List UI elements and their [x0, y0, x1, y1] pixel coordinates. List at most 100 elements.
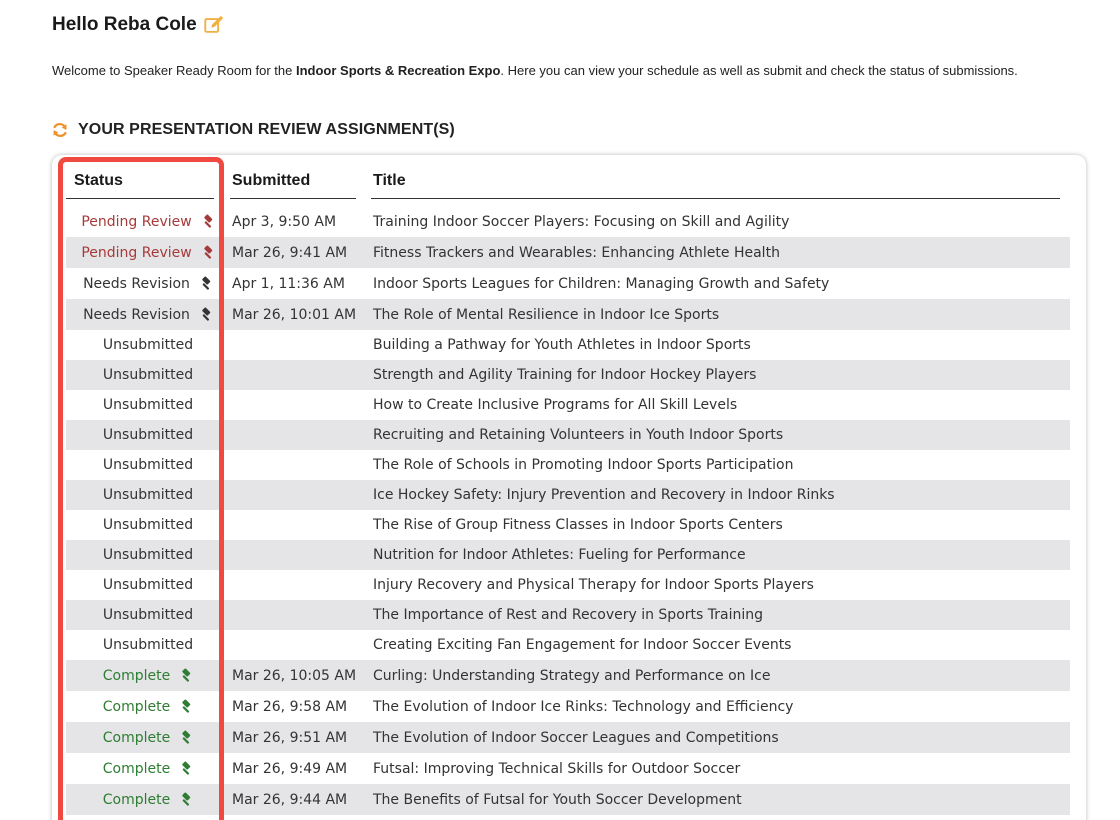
title-cell[interactable]: The Evolution of Indoor Ice Rinks: Techn… — [371, 699, 1070, 715]
submitted-cell: Apr 3, 9:50 AM — [232, 213, 337, 230]
greeting: Hello Reba Cole — [52, 14, 225, 36]
gavel-icon[interactable] — [178, 668, 193, 683]
gavel-icon[interactable] — [178, 699, 193, 714]
table-row[interactable]: Unsubmitted Nutrition for Indoor Athletes… — [66, 540, 1070, 570]
submitted-cell: Mar 26, 9:51 AM — [232, 729, 348, 746]
table-body: Pending Review Apr 3, 9:50 AM Training Ind… — [66, 206, 1070, 815]
table-row[interactable]: Pending Review Apr 3, 9:50 AM Training Ind… — [66, 206, 1070, 237]
table-row[interactable]: Unsubmitted The Rise of Group Fitness Cla… — [66, 510, 1070, 540]
status-cell: Unsubmitted — [66, 397, 230, 413]
table-row[interactable]: Complete Mar 26, 9:49 AM Futsal: Improving… — [66, 753, 1070, 784]
status-label: Complete — [102, 760, 171, 777]
title-cell[interactable]: The Importance of Rest and Recovery in S… — [371, 607, 1070, 623]
status-label: Unsubmitted — [102, 577, 194, 593]
title-cell[interactable]: Fitness Trackers and Wearables: Enhancin… — [371, 245, 1070, 261]
title-cell[interactable]: Futsal: Improving Technical Skills for O… — [371, 761, 1070, 777]
gavel-icon[interactable] — [178, 761, 193, 776]
section-title: YOUR PRESENTATION REVIEW ASSIGNMENT(S) — [78, 121, 455, 138]
status-cell: Needs Revision — [66, 276, 230, 292]
table-row[interactable]: Needs Revision Mar 26, 10:01 AM The Role o… — [66, 299, 1070, 330]
submitted-cell: Mar 26, 9:49 AM — [232, 760, 348, 777]
gavel-icon[interactable] — [198, 276, 213, 291]
table-row[interactable]: Complete Mar 26, 9:51 AM The Evolution of … — [66, 722, 1070, 753]
table-row[interactable]: Unsubmitted Injury Recovery and Physical … — [66, 570, 1070, 600]
table-row[interactable]: Unsubmitted Recruiting and Retaining Volu… — [66, 420, 1070, 450]
welcome-suffix: . Here you can view your schedule as wel… — [500, 63, 1018, 78]
status-label: Unsubmitted — [102, 637, 194, 653]
table-row[interactable]: Pending Review Mar 26, 9:41 AM Fitness Tra… — [66, 237, 1070, 268]
status-cell: Pending Review — [66, 245, 230, 261]
title-cell[interactable]: Indoor Sports Leagues for Children: Mana… — [371, 276, 1070, 292]
status-label: Unsubmitted — [102, 427, 194, 443]
gavel-icon[interactable] — [198, 307, 213, 322]
header-submitted[interactable]: Submitted — [230, 172, 356, 199]
status-cell: Complete — [66, 699, 230, 715]
status-cell: Unsubmitted — [66, 487, 230, 503]
status-label: Pending Review — [81, 244, 192, 261]
title-cell[interactable]: The Rise of Group Fitness Classes in Ind… — [371, 517, 1070, 533]
status-label: Unsubmitted — [102, 517, 194, 533]
status-cell: Needs Revision — [66, 307, 230, 323]
status-label: Unsubmitted — [102, 487, 194, 503]
table-row[interactable]: Unsubmitted Ice Hockey Safety: Injury Pre… — [66, 480, 1070, 510]
table-row[interactable]: Unsubmitted The Importance of Rest and Re… — [66, 600, 1070, 630]
title-cell[interactable]: How to Create Inclusive Programs for All… — [371, 397, 1070, 413]
header-status[interactable]: Status — [66, 172, 214, 199]
table-row[interactable]: Unsubmitted Building a Pathway for Youth … — [66, 330, 1070, 360]
submitted-cell: Mar 26, 9:44 AM — [232, 791, 348, 808]
submitted-cell: Apr 1, 11:36 AM — [232, 275, 345, 292]
status-label: Unsubmitted — [102, 397, 194, 413]
title-cell[interactable]: Building a Pathway for Youth Athletes in… — [371, 337, 1070, 353]
page-title: Hello Reba Cole — [52, 14, 197, 35]
table-row[interactable]: Complete Mar 26, 9:58 AM The Evolution of … — [66, 691, 1070, 722]
status-cell: Unsubmitted — [66, 577, 230, 593]
title-cell[interactable]: The Benefits of Futsal for Youth Soccer … — [371, 792, 1070, 808]
assignments-table: Status Submitted Title Pending Review Apr… — [66, 165, 1070, 815]
status-cell: Unsubmitted — [66, 607, 230, 623]
title-cell[interactable]: Nutrition for Indoor Athletes: Fueling f… — [371, 547, 1070, 563]
gavel-icon[interactable] — [200, 245, 215, 260]
title-cell[interactable]: Training Indoor Soccer Players: Focusing… — [371, 214, 1070, 230]
table-row[interactable]: Unsubmitted Creating Exciting Fan Engagem… — [66, 630, 1070, 660]
status-label: Complete — [102, 729, 171, 746]
submitted-cell: Mar 26, 9:58 AM — [232, 698, 348, 715]
header-title[interactable]: Title — [371, 172, 1060, 199]
status-cell: Unsubmitted — [66, 547, 230, 563]
status-label: Complete — [102, 791, 171, 808]
section-header: YOUR PRESENTATION REVIEW ASSIGNMENT(S) — [52, 121, 455, 139]
table-row[interactable]: Complete Mar 26, 10:05 AM Curling: Underst… — [66, 660, 1070, 691]
submitted-cell: Mar 26, 10:05 AM — [232, 667, 357, 684]
table-header: Status Submitted Title — [66, 165, 1070, 199]
status-label: Unsubmitted — [102, 547, 194, 563]
table-row[interactable]: Unsubmitted How to Create Inclusive Progr… — [66, 390, 1070, 420]
title-cell[interactable]: The Role of Schools in Promoting Indoor … — [371, 457, 1070, 473]
title-cell[interactable]: The Role of Mental Resilience in Indoor … — [371, 307, 1070, 323]
title-cell[interactable]: Ice Hockey Safety: Injury Prevention and… — [371, 487, 1070, 503]
status-label: Pending Review — [81, 213, 192, 230]
table-row[interactable]: Needs Revision Apr 1, 11:36 AM Indoor Spor… — [66, 268, 1070, 299]
assignments-card: Status Submitted Title Pending Review Apr… — [52, 155, 1086, 820]
title-cell[interactable]: Strength and Agility Training for Indoor… — [371, 367, 1070, 383]
status-label: Unsubmitted — [102, 367, 194, 383]
status-cell: Unsubmitted — [66, 457, 230, 473]
table-row[interactable]: Unsubmitted Strength and Agility Training… — [66, 360, 1070, 390]
refresh-icon[interactable] — [52, 122, 68, 138]
status-cell: Unsubmitted — [66, 637, 230, 653]
gavel-icon[interactable] — [200, 214, 215, 229]
title-cell[interactable]: The Evolution of Indoor Soccer Leagues a… — [371, 730, 1070, 746]
submitted-cell: Mar 26, 9:41 AM — [232, 244, 348, 261]
gavel-icon[interactable] — [178, 792, 193, 807]
status-label: Complete — [102, 698, 171, 715]
title-cell[interactable]: Creating Exciting Fan Engagement for Ind… — [371, 637, 1070, 653]
edit-icon[interactable] — [203, 14, 225, 36]
title-cell[interactable]: Curling: Understanding Strategy and Perf… — [371, 668, 1070, 684]
status-label: Unsubmitted — [102, 457, 194, 473]
event-name: Indoor Sports & Recreation Expo — [296, 63, 501, 78]
status-label: Needs Revision — [83, 275, 190, 292]
title-cell[interactable]: Recruiting and Retaining Volunteers in Y… — [371, 427, 1070, 443]
gavel-icon[interactable] — [178, 730, 193, 745]
status-cell: Complete — [66, 730, 230, 746]
table-row[interactable]: Unsubmitted The Role of Schools in Promot… — [66, 450, 1070, 480]
table-row[interactable]: Complete Mar 26, 9:44 AM The Benefits of F… — [66, 784, 1070, 815]
title-cell[interactable]: Injury Recovery and Physical Therapy for… — [371, 577, 1070, 593]
